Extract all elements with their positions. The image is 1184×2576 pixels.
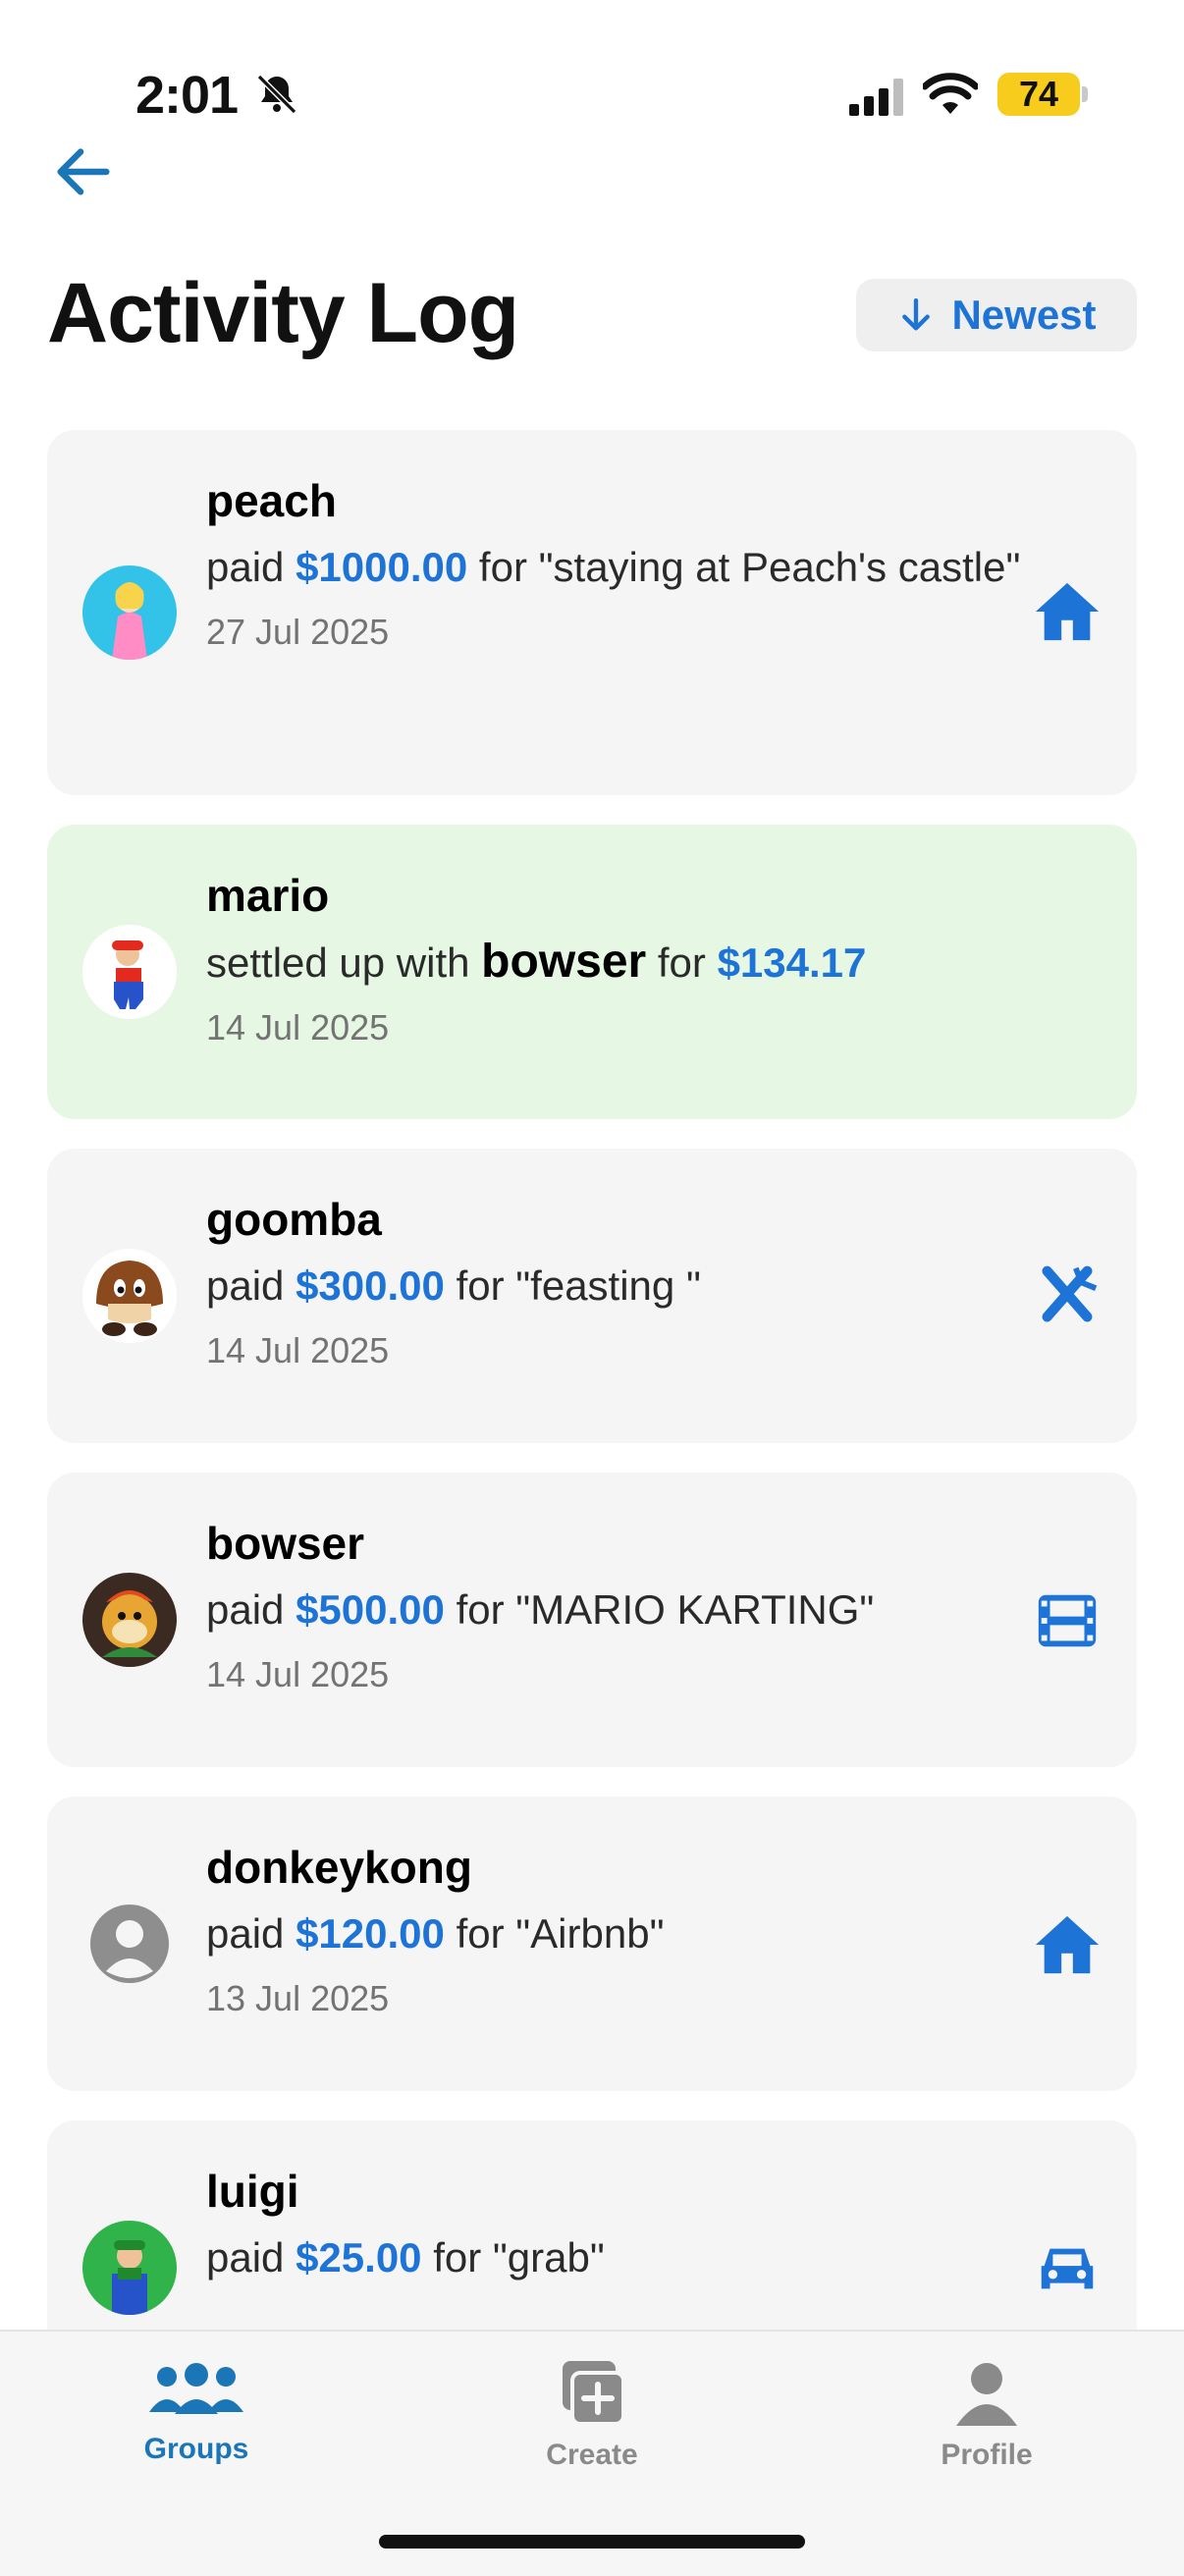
activity-card[interactable]: donkeykong paid $120.00 for "Airbnb" 13 …	[47, 1797, 1137, 2091]
activity-prefix: paid	[206, 1262, 296, 1309]
activity-description: paid $120.00 for "Airbnb"	[206, 1899, 1029, 1969]
battery-tip	[1082, 86, 1088, 102]
activity-description: paid $1000.00 for "staying at Peach's ca…	[206, 532, 1029, 603]
activity-content: peach paid $1000.00 for "staying at Peac…	[206, 473, 1029, 656]
settled-with-user: bowser	[481, 936, 647, 988]
cellular-signal-icon	[849, 79, 906, 121]
page-title: Activity Log	[47, 266, 519, 360]
activity-content: luigi paid $25.00 for "grab"	[206, 2164, 1029, 2293]
activity-card[interactable]: peach paid $1000.00 for "staying at Peac…	[47, 430, 1137, 795]
activity-card-settled[interactable]: mario settled up with bowser for $134.17…	[47, 825, 1137, 1119]
tab-groups[interactable]: Groups	[88, 2361, 304, 2466]
tab-profile[interactable]: Profile	[879, 2361, 1095, 2472]
people-icon	[149, 2363, 243, 2414]
activity-amount: $500.00	[296, 1586, 445, 1633]
tab-create[interactable]: Create	[484, 2361, 700, 2472]
activity-date: 14 Jul 2025	[206, 1330, 390, 1370]
activity-prefix: paid	[206, 2234, 296, 2281]
activity-description: paid $25.00 for "grab"	[206, 2223, 1029, 2293]
activity-card[interactable]: bowser paid $500.00 for "MARIO KARTING" …	[47, 1473, 1137, 1767]
tab-label: Groups	[143, 2433, 249, 2465]
activity-amount: $300.00	[296, 1262, 445, 1309]
activity-suffix: for "grab"	[421, 2234, 605, 2281]
film-icon	[1038, 1594, 1097, 1647]
activity-prefix: paid	[206, 1586, 296, 1633]
activity-content: bowser paid $500.00 for "MARIO KARTING" …	[206, 1516, 1029, 1698]
activity-user: bowser	[206, 1518, 365, 1569]
activity-amount: $120.00	[296, 1910, 445, 1957]
avatar	[82, 925, 177, 1019]
activity-suffix: for "Airbnb"	[444, 1910, 665, 1957]
avatar	[82, 565, 177, 660]
activity-content: donkeykong paid $120.00 for "Airbnb" 13 …	[206, 1840, 1029, 2022]
activity-date: 13 Jul 2025	[206, 1978, 390, 2018]
activity-user: luigi	[206, 2166, 299, 2217]
activity-date: 14 Jul 2025	[206, 1654, 390, 1694]
activity-card[interactable]: goomba paid $300.00 for "feasting " 14 J…	[47, 1149, 1137, 1443]
tab-label: Profile	[941, 2439, 1033, 2471]
activity-content: mario settled up with bowser for $134.17…	[206, 868, 1029, 1051]
activity-amount: $1000.00	[296, 544, 468, 590]
add-icon	[563, 2361, 625, 2426]
activity-description: paid $500.00 for "MARIO KARTING"	[206, 1575, 1029, 1645]
avatar	[82, 1573, 177, 1667]
activity-user: mario	[206, 870, 330, 921]
activity-amount: $134.17	[717, 939, 867, 986]
activity-description: settled up with bowser for $134.17	[206, 927, 1029, 998]
activity-list: peach paid $1000.00 for "staying at Peac…	[47, 430, 1137, 2444]
activity-suffix: for "MARIO KARTING"	[444, 1586, 875, 1633]
activity-suffix: for "feasting "	[444, 1262, 701, 1309]
activity-date: 27 Jul 2025	[206, 612, 390, 652]
activity-prefix: paid	[206, 1910, 296, 1957]
sort-label: Newest	[951, 292, 1097, 338]
activity-content: goomba paid $300.00 for "feasting " 14 J…	[206, 1192, 1029, 1374]
avatar	[82, 1897, 177, 1991]
house-icon	[1035, 582, 1100, 641]
avatar	[82, 1249, 177, 1343]
status-bar: 2:01 74	[0, 0, 1184, 137]
battery-indicator: 74	[997, 73, 1080, 116]
person-placeholder-icon	[90, 1905, 169, 1983]
house-icon	[1035, 1915, 1100, 1974]
activity-prefix: paid	[206, 544, 296, 590]
activity-amount: $25.00	[296, 2234, 422, 2281]
activity-prefix: settled up with	[206, 939, 482, 986]
sort-newest-button[interactable]: Newest	[856, 279, 1137, 351]
back-button[interactable]	[49, 137, 118, 206]
activity-user: peach	[206, 475, 337, 526]
arrow-down-icon	[902, 297, 931, 331]
activity-description: paid $300.00 for "feasting "	[206, 1251, 1029, 1321]
bell-muted-icon	[253, 71, 300, 123]
activity-user: donkeykong	[206, 1842, 472, 1893]
car-icon	[1041, 2248, 1094, 2289]
activity-suffix: for "staying at Peach's castle"	[467, 544, 1021, 590]
home-indicator	[379, 2535, 805, 2549]
activity-user: goomba	[206, 1194, 382, 1245]
utensils-icon	[1042, 1265, 1098, 1322]
arrow-left-icon	[57, 148, 110, 195]
status-time: 2:01	[135, 66, 239, 125]
wifi-icon	[921, 73, 980, 121]
activity-date: 14 Jul 2025	[206, 1007, 390, 1047]
avatar	[82, 2221, 177, 2315]
tab-label: Create	[546, 2439, 638, 2471]
person-icon	[956, 2363, 1017, 2426]
activity-middle: for	[646, 939, 718, 986]
